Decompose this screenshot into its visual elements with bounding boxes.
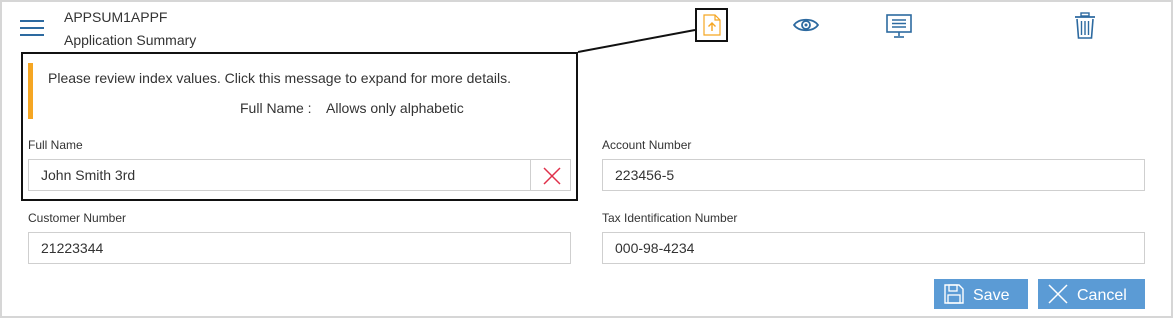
document-type: Application Summary: [64, 32, 197, 48]
save-button-label: Save: [973, 287, 1010, 304]
upload-document-button[interactable]: [695, 8, 728, 42]
validation-rule: Allows only alphabetic: [326, 100, 464, 116]
trash-icon[interactable]: [1074, 12, 1096, 44]
upload-document-icon: [703, 14, 721, 36]
full-name-label: Full Name: [28, 138, 83, 152]
view-icon[interactable]: [792, 15, 820, 40]
validation-field-name: Full Name :: [240, 100, 312, 116]
save-button[interactable]: Save: [934, 279, 1028, 309]
document-id: APPSUM1APPF: [64, 9, 168, 25]
close-icon: [1048, 284, 1068, 304]
validation-message[interactable]: Please review index values. Click this m…: [48, 70, 511, 86]
customer-number-input[interactable]: 21223344: [28, 232, 571, 264]
cancel-button-label: Cancel: [1077, 287, 1127, 304]
account-number-input[interactable]: 223456-5: [602, 159, 1145, 191]
clear-full-name-button[interactable]: [530, 159, 571, 191]
account-number-label: Account Number: [602, 138, 692, 152]
customer-number-label: Customer Number: [28, 211, 127, 225]
close-icon: [543, 167, 561, 185]
tax-id-input[interactable]: 000-98-4234: [602, 232, 1145, 264]
monitor-icon[interactable]: [886, 13, 912, 44]
cancel-button[interactable]: Cancel: [1038, 279, 1145, 309]
save-icon: [944, 284, 964, 304]
warning-accent-bar: [28, 63, 33, 119]
tax-id-label: Tax Identification Number: [602, 211, 738, 225]
full-name-input[interactable]: John Smith 3rd: [28, 159, 571, 191]
menu-icon[interactable]: [20, 20, 44, 36]
